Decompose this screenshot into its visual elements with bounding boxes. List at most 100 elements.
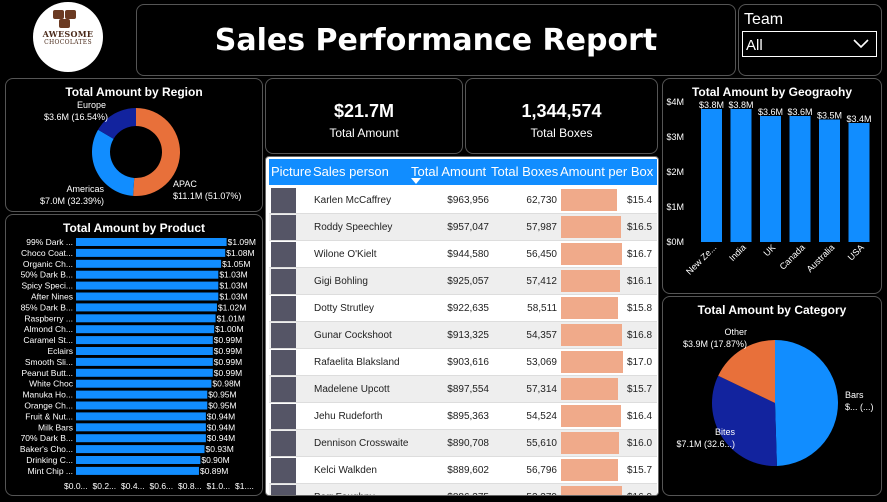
cell-amount-per-box: $17.0 <box>627 357 653 368</box>
cell-total-boxes: 54,357 <box>526 330 557 341</box>
logo-text-line2: CHOCOLATES <box>44 39 92 46</box>
product-bar-value: $1.03M <box>219 270 247 280</box>
cell-total-boxes: 56,450 <box>526 249 557 260</box>
product-bar-panel: Total Amount by Product 99% Dark ... $1.0… <box>5 214 263 496</box>
product-bar <box>76 303 217 312</box>
cell-sales-person: Karlen McCaffrey <box>314 195 392 206</box>
cell-sales-person: Barr Faughny <box>314 492 375 495</box>
table-row[interactable]: Kelci Walkden $889,602 56,796 $15.7 <box>269 457 657 484</box>
cell-amount-per-box: $15.7 <box>627 465 653 476</box>
product-bar <box>76 314 216 323</box>
product-bar <box>76 238 227 246</box>
avatar <box>271 377 296 402</box>
product-bar <box>76 270 219 279</box>
geo-y-tick: $1M <box>666 202 684 212</box>
table-row[interactable]: Jehu Rudeforth $895,363 54,524 $16.4 <box>269 403 657 430</box>
product-bar <box>76 412 206 421</box>
table-row[interactable]: Rafaelita Blaksland $903,616 53,069 $17.… <box>269 349 657 376</box>
product-bar-label: Organic Ch... <box>23 259 73 269</box>
amount-per-box-bar <box>561 459 619 481</box>
column-header-total-boxes[interactable]: Total Boxes <box>491 164 558 179</box>
table-row[interactable]: Gunar Cockshoot $913,325 54,357 $16.8 <box>269 322 657 349</box>
column-header-amount-per-box[interactable]: Amount per Box <box>560 164 653 179</box>
geo-y-tick: $2M <box>666 167 684 177</box>
cell-amount-per-box: $15.7 <box>627 384 653 395</box>
product-bar-label: Fruit & Nut... <box>25 411 73 421</box>
cell-total-boxes: 58,511 <box>527 303 557 314</box>
category-pie-chart: Bars $... (...) Bites $7.1M (32.6...) Other $… <box>676 327 874 466</box>
amount-per-box-bar <box>561 378 619 400</box>
table-row[interactable]: Barr Faughny $886,375 52,379 $16.9 <box>269 484 657 495</box>
product-bar <box>76 347 213 355</box>
kpi-label: Total Boxes <box>530 126 593 140</box>
table-row[interactable]: Roddy Speechley $957,047 57,987 $16.5 <box>269 214 657 241</box>
amount-per-box-bar <box>561 324 623 346</box>
team-dropdown[interactable]: All <box>742 31 877 57</box>
product-bar-label: Manuka Ho... <box>22 390 73 400</box>
product-bar <box>76 445 205 454</box>
column-header-picture[interactable]: Picture <box>271 164 311 179</box>
product-bar-label: Almond Ch... <box>24 324 73 334</box>
cell-sales-person: Wilone O'Kielt <box>314 249 377 260</box>
table-row[interactable]: Dotty Strutley $922,635 58,511 $15.8 <box>269 295 657 322</box>
product-bar <box>76 423 206 432</box>
geography-bar-chart: $0M $1M $2M $3M $4M $3.8M New Ze... $3.8M India $… <box>666 97 871 277</box>
pie-label-value: $7.1M (32.6...) <box>676 439 735 449</box>
amount-per-box-bar <box>561 405 621 427</box>
product-bar <box>76 401 208 410</box>
product-bar <box>76 336 213 345</box>
product-bar-value: $1.08M <box>226 248 254 258</box>
product-bar <box>76 357 213 366</box>
chevron-down-icon[interactable] <box>852 34 870 55</box>
cell-amount-per-box: $15.8 <box>627 303 653 314</box>
product-bar-chart: 99% Dark ... $1.09M Choco Coat... $1.08M Org… <box>20 237 256 491</box>
cell-total-boxes: 53,069 <box>526 357 557 368</box>
product-bar-label: Baker's Cho... <box>20 444 73 454</box>
sort-down-icon[interactable] <box>411 178 421 184</box>
column-header-total-amount[interactable]: Total Amount <box>411 164 486 179</box>
team-slicer: Team All <box>738 4 882 76</box>
product-bar-value: $0.89M <box>200 466 228 476</box>
kpi-label: Total Amount <box>329 126 399 140</box>
cell-amount-per-box: $16.1 <box>627 276 653 287</box>
cell-total-amount: $944,580 <box>447 249 489 260</box>
donut-label-value: $7.0M (32.39%) <box>40 196 104 206</box>
cell-total-amount: $886,375 <box>409 492 489 495</box>
cell-sales-person: Kelci Walkden <box>314 465 377 476</box>
table-row[interactable]: Madelene Upcott $897,554 57,314 $15.7 <box>269 376 657 403</box>
product-bar-label: White Choc <box>29 379 74 389</box>
product-bar-value: $0.94M <box>207 422 235 432</box>
table-row[interactable]: Karlen McCaffrey $963,956 62,730 $15.4 <box>269 187 657 214</box>
product-bar-label: Caramel St... <box>23 335 73 345</box>
product-bar <box>76 368 213 377</box>
cell-sales-person: Dotty Strutley <box>314 303 375 314</box>
geo-bar <box>730 109 752 242</box>
cell-total-boxes: 57,412 <box>526 276 557 287</box>
cell-amount-per-box: $16.9 <box>627 492 655 495</box>
product-bar-label: Peanut Butt... <box>21 368 73 378</box>
amount-per-box-bar <box>561 189 617 211</box>
avatar <box>271 431 296 456</box>
avatar <box>271 350 296 375</box>
cell-total-boxes: 54,524 <box>526 411 557 422</box>
cell-sales-person: Roddy Speechley <box>314 222 393 233</box>
product-bar-label: 70% Dark B... <box>21 433 73 443</box>
table-row[interactable]: Wilone O'Kielt $944,580 56,450 $16.7 <box>269 241 657 268</box>
geo-bar <box>819 119 840 242</box>
cell-amount-per-box: $16.0 <box>627 438 653 449</box>
table-row[interactable]: Gigi Bohling $925,057 57,412 $16.1 <box>269 268 657 295</box>
column-header-sales-person[interactable]: Sales person <box>313 164 389 179</box>
pie-slice-bars <box>775 340 839 466</box>
avatar <box>271 458 296 483</box>
product-bar-value: $0.98M <box>212 379 240 389</box>
product-bar <box>76 259 222 268</box>
amount-per-box-bar <box>561 270 620 292</box>
product-bar-label: 85% Dark B... <box>21 302 73 312</box>
amount-per-box-bar <box>561 297 619 319</box>
header-panel: Sales Performance Report <box>136 4 736 76</box>
product-bar-label: Eclairs <box>47 346 73 356</box>
geo-x-tick: Canada <box>778 242 807 271</box>
geo-bar <box>701 109 722 242</box>
product-axis-tick: $0.8... <box>178 481 202 491</box>
table-row[interactable]: Dennison Crosswaite $890,708 55,610 $16.… <box>269 430 657 457</box>
